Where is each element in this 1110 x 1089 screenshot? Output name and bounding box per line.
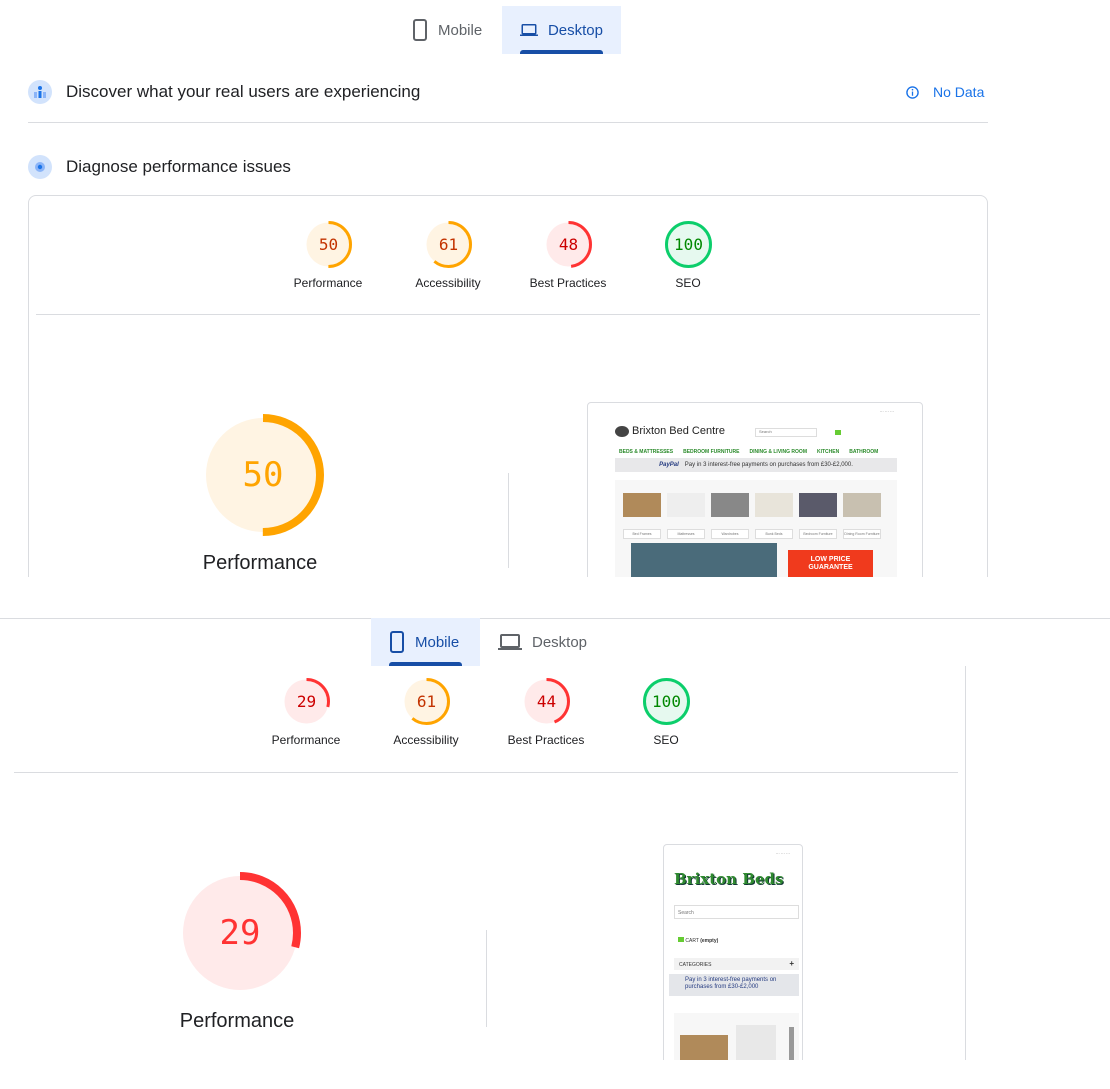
laptop-icon: [498, 634, 522, 650]
score-gauge: 44: [522, 677, 570, 725]
score-gauge: 48: [544, 220, 592, 268]
score-label: SEO: [653, 732, 679, 747]
site-nav-item: BEDS & MATTRESSES: [619, 449, 674, 455]
score-accessibility[interactable]: 61 Accessibility: [366, 676, 486, 747]
site-cart: CART (empty): [678, 937, 718, 944]
mobile-report-panel: Mobile Desktop ⋯ ⋯ ⋯ Brixton Beds Search…: [0, 618, 1110, 1060]
score-gauge: 50: [202, 414, 324, 536]
tab-label: Mobile: [415, 633, 460, 651]
laptop-icon: [520, 24, 538, 36]
desktop-report-panel: Mobile Desktop Discover what your real u…: [0, 0, 1110, 577]
score-value: 48: [558, 235, 577, 254]
section-title: Discover what your real users are experi…: [66, 82, 421, 101]
score-best-practices[interactable]: 44 Best Practices: [486, 676, 606, 747]
score-label: Performance: [179, 1010, 295, 1032]
score-label: SEO: [675, 275, 701, 290]
paypal-banner: Pay in 3 interest-free payments on purch…: [669, 974, 799, 996]
cart-icon: [835, 430, 841, 435]
score-label: Performance: [293, 275, 363, 290]
score-value: 44: [536, 692, 555, 711]
score-performance[interactable]: 50 Performance: [268, 219, 388, 290]
score-gauge: 61: [402, 677, 450, 725]
hero-image: [631, 543, 777, 577]
score-accessibility[interactable]: 61 Accessibility: [388, 219, 508, 290]
tab-label: Mobile: [438, 21, 483, 39]
diagnose-icon: [28, 155, 52, 179]
site-category: Mattresses: [667, 493, 705, 539]
site-categories: CATEGORIES +: [674, 958, 799, 970]
section-title: Diagnose performance issues: [66, 157, 291, 176]
paypal-banner: PayPal Pay in 3 interest-free payments on…: [615, 458, 897, 472]
site-search: Search: [755, 428, 817, 437]
divider: [28, 122, 988, 123]
tab-label: Desktop: [532, 633, 588, 651]
score-best-practices[interactable]: 48 Best Practices: [508, 219, 628, 290]
score-value: 100: [674, 235, 703, 254]
lab-data-section: Diagnose performance issues: [28, 155, 291, 179]
site-category: Dining Room Furniture: [843, 493, 881, 539]
status-text: No Data: [933, 84, 985, 100]
score-value: 100: [652, 692, 681, 711]
tab-desktop[interactable]: Desktop: [502, 6, 621, 54]
score-label: Best Practices: [529, 275, 607, 290]
score-value: 50: [318, 235, 337, 254]
score-value: 61: [416, 692, 435, 711]
site-search: Search: [674, 905, 799, 919]
tab-mobile[interactable]: Mobile: [394, 6, 500, 54]
score-label: Performance: [271, 732, 341, 747]
score-seo[interactable]: 100 SEO: [606, 676, 726, 747]
score-label: Accessibility: [393, 732, 459, 747]
site-category: Bedroom Furniture: [799, 493, 837, 539]
card-border: [965, 666, 966, 1060]
score-gauge: 29: [179, 872, 301, 994]
score-value: 50: [243, 455, 284, 495]
score-value: 61: [438, 235, 457, 254]
score-gauge: 61: [424, 220, 472, 268]
tab-mobile[interactable]: Mobile: [371, 618, 480, 666]
score-gauge: 100: [664, 220, 712, 268]
page-screenshot: ⋯ ⋯ ⋯ Brixton Beds Search CART (empty) C…: [663, 844, 803, 1060]
score-performance[interactable]: 29 Performance: [246, 676, 366, 747]
main-performance-score[interactable]: 29 Performance: [177, 870, 301, 1033]
site-logo: Brixton Beds: [674, 870, 784, 888]
field-data-section: Discover what your real users are experi…: [28, 80, 420, 104]
site-category: Wardrobes: [711, 493, 749, 539]
page-screenshot: ⋯ ⋯ ⋯ Brixton Bed Centre Search BEDS & M…: [587, 402, 923, 577]
site-logo: Brixton Bed Centre: [615, 425, 725, 437]
phone-icon: [413, 19, 427, 41]
promo-banner: LOW PRICE GUARANTEE: [788, 550, 873, 577]
site-nav-item: DINING & LIVING ROOM: [749, 449, 807, 455]
score-value: 29: [296, 692, 315, 711]
divider: [36, 314, 980, 315]
divider: [508, 473, 509, 568]
score-gauge: 50: [304, 220, 352, 268]
info-icon: [906, 85, 919, 99]
main-performance-score[interactable]: 50 Performance: [200, 412, 324, 575]
score-gauge: 29: [282, 677, 330, 725]
site-nav-item: BATHROOM: [849, 449, 879, 455]
score-gauge: 100: [642, 677, 690, 725]
site-category: Bed Frames: [623, 493, 661, 539]
site-nav-item: BEDROOM FURNITURE: [683, 449, 740, 455]
phone-icon: [390, 631, 404, 653]
site-category: Bunk Beds: [755, 493, 793, 539]
score-value: 29: [220, 913, 261, 953]
divider: [14, 772, 958, 773]
score-label: Performance: [202, 552, 318, 574]
divider: [486, 930, 487, 1027]
score-seo[interactable]: 100 SEO: [628, 219, 748, 290]
score-label: Accessibility: [415, 275, 481, 290]
site-nav-item: KITCHEN: [816, 449, 840, 455]
tab-desktop[interactable]: Desktop: [480, 618, 605, 666]
score-label: Best Practices: [507, 732, 585, 747]
tab-label: Desktop: [547, 21, 603, 39]
no-data-status[interactable]: No Data: [906, 84, 984, 100]
users-icon: [28, 80, 52, 104]
